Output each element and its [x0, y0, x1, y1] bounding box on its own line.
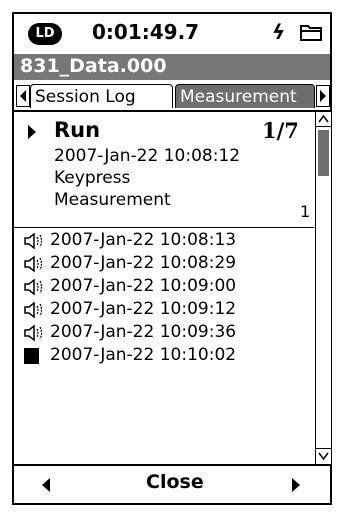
event-timestamp: 2007-Jan-22 10:09:00: [50, 276, 237, 296]
close-button[interactable]: Close: [146, 471, 204, 493]
list-item[interactable]: 2007-Jan-22 10:09:12: [14, 299, 314, 323]
folder-icon: [300, 25, 322, 41]
run-expand-icon[interactable]: [26, 124, 38, 140]
event-timestamp: 2007-Jan-22 10:09:12: [50, 299, 237, 319]
session-log-list: Run 1/7 2007-Jan-22 10:08:12 Keypress Me…: [14, 112, 314, 452]
event-timestamp: 2007-Jan-22 10:08:29: [50, 253, 237, 273]
speaker-icon: [24, 301, 43, 319]
lightning-icon: ϟ: [272, 20, 286, 44]
tab-scroll-right-button[interactable]: [316, 85, 330, 107]
scroll-thumb[interactable]: [318, 130, 329, 176]
list-item[interactable]: 2007-Jan-22 10:08:13: [14, 230, 314, 254]
run-type: Measurement: [54, 190, 171, 210]
file-title-bar: 831_Data.000: [14, 54, 330, 80]
stop-icon: [24, 348, 39, 364]
ld-badge: LD: [28, 23, 62, 45]
event-timestamp: 2007-Jan-22 10:08:13: [50, 230, 237, 250]
event-timestamp: 2007-Jan-22 10:10:02: [50, 345, 237, 365]
triangle-right-icon: [320, 90, 326, 102]
speaker-icon: [24, 324, 43, 342]
triangle-left-icon: [20, 90, 26, 102]
elapsed-timer: 0:01:49.7: [92, 20, 200, 44]
speaker-icon: [24, 255, 43, 273]
status-bar: LD 0:01:49.7 ϟ: [14, 14, 330, 52]
next-arrow-icon[interactable]: [290, 477, 302, 493]
run-index: 1/7: [262, 118, 299, 143]
previous-arrow-icon[interactable]: [40, 477, 52, 493]
speaker-icon: [24, 232, 43, 250]
vertical-scrollbar[interactable]: [315, 112, 331, 464]
tab-session-log[interactable]: Session Log: [30, 84, 173, 108]
run-count: 1: [300, 202, 311, 221]
file-name: 831_Data.000: [20, 55, 167, 77]
speaker-icon: [24, 278, 43, 296]
scroll-down-icon: [318, 452, 329, 461]
tab-bar: Session Log Measurement: [14, 82, 330, 112]
device-screen: LD 0:01:49.7 ϟ 831_Data.000 Session Log …: [12, 12, 332, 505]
scroll-down-button[interactable]: [316, 448, 331, 463]
list-item[interactable]: 2007-Jan-22 10:09:36: [14, 322, 314, 346]
scroll-up-button[interactable]: [316, 112, 331, 127]
tab-scroll-left-button[interactable]: [16, 85, 30, 107]
run-trigger: Keypress: [54, 168, 131, 188]
list-item[interactable]: 2007-Jan-22 10:08:29: [14, 253, 314, 277]
run-label[interactable]: Run: [54, 118, 100, 142]
divider: [14, 227, 314, 228]
event-timestamp: 2007-Jan-22 10:09:36: [50, 322, 237, 342]
run-timestamp: 2007-Jan-22 10:08:12: [54, 146, 241, 166]
scroll-up-icon: [318, 114, 329, 123]
list-item[interactable]: 2007-Jan-22 10:09:00: [14, 276, 314, 300]
bottom-bar: Close: [14, 466, 330, 503]
tab-measurement[interactable]: Measurement: [175, 84, 315, 108]
list-item[interactable]: 2007-Jan-22 10:10:02: [14, 345, 314, 369]
